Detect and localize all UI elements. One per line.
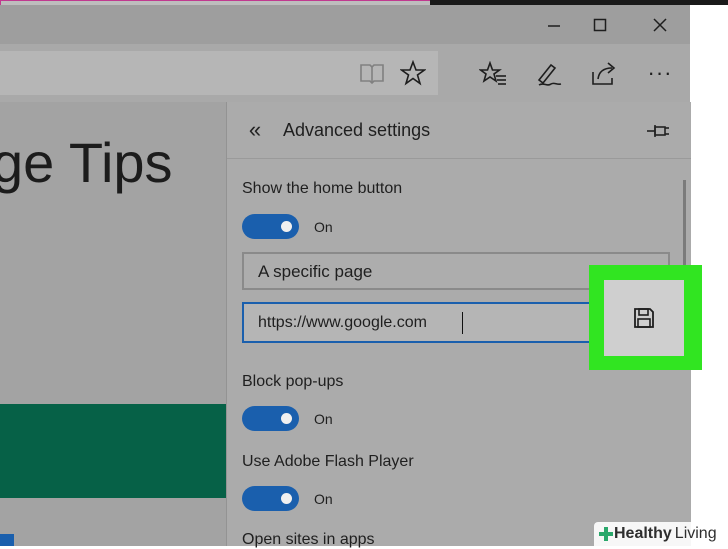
minimize-button[interactable] xyxy=(531,5,577,44)
close-icon xyxy=(653,17,667,32)
home-button-toggle[interactable] xyxy=(242,214,299,239)
home-page-url-value: https://www.google.com xyxy=(258,314,427,331)
home-button-label: Show the home button xyxy=(242,180,403,197)
panel-title: Advanced settings xyxy=(283,120,431,140)
favorite-star-icon xyxy=(400,60,426,86)
minimize-icon xyxy=(548,24,560,27)
home-page-select-value: A specific page xyxy=(258,262,373,281)
back-chevron-icon: « xyxy=(248,117,262,142)
block-popups-label: Block pop-ups xyxy=(242,373,344,390)
watermark-plus-icon xyxy=(599,527,613,541)
more-icon: ··· xyxy=(647,60,673,85)
web-page-content: ge Tips xyxy=(0,102,226,546)
flash-player-toggle-state: On xyxy=(314,491,333,507)
watermark-text: Living xyxy=(674,525,717,542)
text-caret xyxy=(462,312,463,334)
open-sites-in-apps-label: Open sites in apps xyxy=(242,531,375,548)
pin-button[interactable] xyxy=(645,118,671,144)
home-page-url-input[interactable]: https://www.google.com xyxy=(242,302,616,343)
toggle-knob xyxy=(281,413,292,424)
toggle-knob xyxy=(281,221,292,232)
blue-block xyxy=(0,534,14,546)
more-button[interactable]: ··· xyxy=(642,58,678,88)
green-banner xyxy=(0,404,226,498)
home-button-toggle-state: On xyxy=(314,219,333,235)
watermark-text-bold: Healthy xyxy=(614,525,672,542)
favorites-hub-button[interactable] xyxy=(477,58,509,90)
block-popups-toggle[interactable] xyxy=(242,406,299,431)
web-note-pen-icon xyxy=(537,63,562,86)
back-button[interactable]: « xyxy=(243,116,267,144)
save-url-button[interactable] xyxy=(604,280,684,356)
add-favorite-button[interactable] xyxy=(398,58,428,88)
share-button[interactable] xyxy=(588,58,620,90)
pin-icon xyxy=(647,125,669,137)
watermark: Healthy Living xyxy=(594,522,728,546)
reading-view-button[interactable] xyxy=(357,58,387,88)
maximize-button[interactable] xyxy=(577,5,623,44)
maximize-icon xyxy=(593,18,607,31)
flash-player-label: Use Adobe Flash Player xyxy=(242,453,414,470)
share-icon xyxy=(592,62,616,85)
favorites-hub-icon xyxy=(479,61,506,85)
save-floppy-icon xyxy=(634,308,654,328)
close-button[interactable] xyxy=(637,5,683,44)
flash-player-toggle[interactable] xyxy=(242,486,299,511)
block-popups-toggle-state: On xyxy=(314,411,333,427)
page-heading: ge Tips xyxy=(0,131,173,194)
reading-view-icon xyxy=(360,64,384,84)
toggle-knob xyxy=(281,493,292,504)
web-note-button[interactable] xyxy=(533,58,565,90)
